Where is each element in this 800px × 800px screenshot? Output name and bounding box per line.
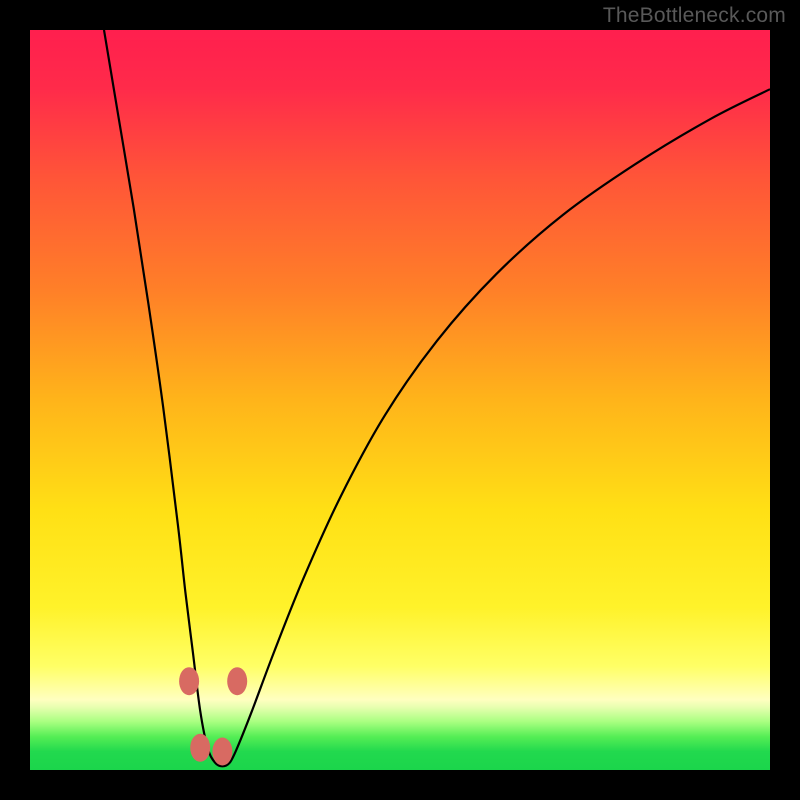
curve-marker [179,667,199,695]
chart-canvas [30,30,770,770]
curve-marker [227,667,247,695]
curve-marker [190,734,210,762]
watermark-text: TheBottleneck.com [603,4,786,28]
curve-marker [212,738,232,766]
bottleneck-curve [104,30,770,766]
outer-frame: TheBottleneck.com [0,0,800,800]
plot-area [30,30,770,770]
